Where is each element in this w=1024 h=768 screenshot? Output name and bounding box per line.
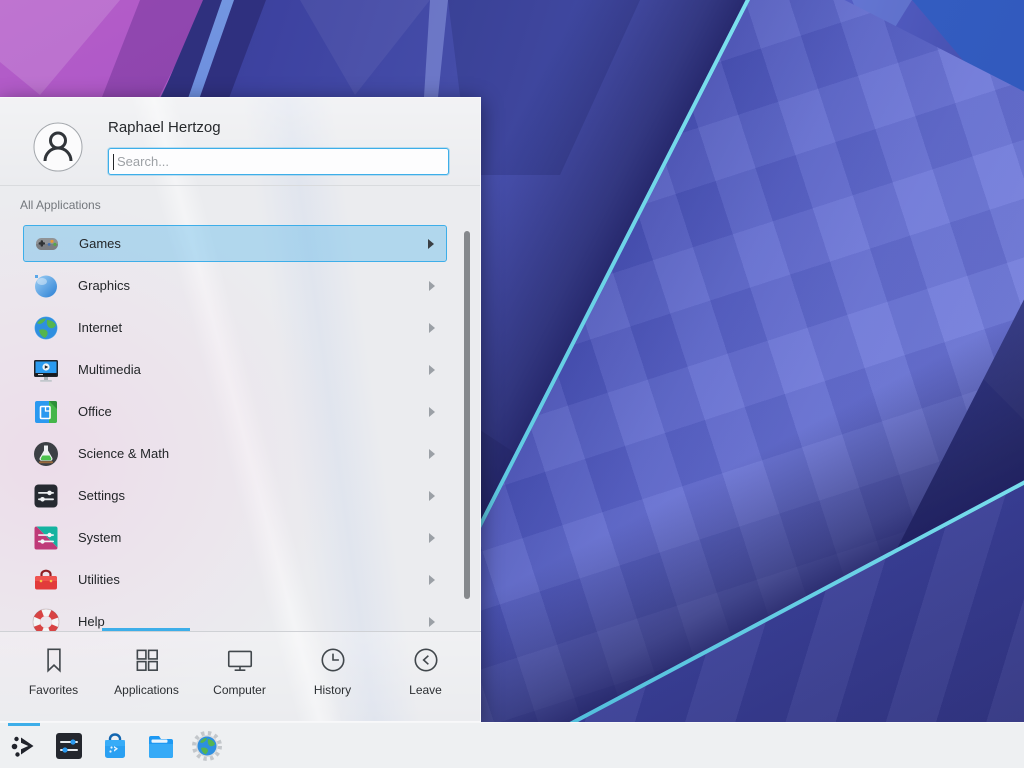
submenu-arrow-icon: [429, 281, 435, 291]
category-row-utilities[interactable]: Utilities: [23, 561, 447, 598]
submenu-arrow-icon: [429, 407, 435, 417]
globe-icon: [32, 314, 60, 342]
submenu-arrow-icon: [429, 617, 435, 627]
science-flask-icon: [32, 440, 60, 468]
file-manager-launcher[interactable]: [141, 726, 181, 766]
monitor-icon: [225, 645, 255, 675]
category-row-graphics[interactable]: Graphics: [23, 267, 447, 304]
bookmark-icon: [39, 645, 69, 675]
software-bag-icon: [99, 730, 131, 762]
lifebuoy-icon: [32, 608, 60, 632]
discover-launcher[interactable]: [95, 726, 135, 766]
system-settings-launcher[interactable]: [49, 726, 89, 766]
tab-history[interactable]: History: [286, 632, 379, 723]
category-row-internet[interactable]: Internet: [23, 309, 447, 346]
app-category-list: Games Graphics: [0, 225, 481, 631]
category-row-multimedia[interactable]: Multimedia: [23, 351, 447, 388]
office-document-icon: [32, 398, 60, 426]
tab-favorites[interactable]: Favorites: [7, 632, 100, 723]
menu-scrollbar[interactable]: [464, 231, 470, 599]
desktop-screen: Raphael Hertzog All Applications Games: [0, 0, 1024, 768]
tab-leave[interactable]: Leave: [379, 632, 472, 723]
active-tab-indicator: [102, 628, 190, 631]
kde-logo-icon: [8, 730, 40, 762]
gamepad-icon: [33, 230, 61, 258]
search-input[interactable]: [108, 148, 449, 175]
submenu-arrow-icon: [429, 575, 435, 585]
clock-icon: [318, 645, 348, 675]
menu-footer-tabs: Favorites Applications Computer: [0, 631, 481, 723]
category-row-office[interactable]: Office: [23, 393, 447, 430]
tab-computer[interactable]: Computer: [193, 632, 286, 723]
application-launcher-button[interactable]: [4, 726, 44, 766]
submenu-arrow-icon: [429, 449, 435, 459]
tab-applications[interactable]: Applications: [100, 632, 193, 723]
category-row-settings[interactable]: Settings: [23, 477, 447, 514]
taskbar-panel: ES 7:03 PM 4/24/21: [0, 722, 1024, 768]
leave-circle-icon: [411, 645, 441, 675]
text-caret: [113, 154, 114, 170]
application-launcher-menu: Raphael Hertzog All Applications Games: [0, 97, 481, 722]
globe-gear-icon: [191, 730, 223, 762]
submenu-arrow-icon: [429, 491, 435, 501]
settings-sliders-icon: [32, 482, 60, 510]
app-grid-icon: [132, 645, 162, 675]
category-row-science-math[interactable]: Science & Math: [23, 435, 447, 472]
submenu-arrow-icon: [429, 533, 435, 543]
category-row-help[interactable]: Help: [23, 603, 447, 631]
category-row-system[interactable]: System: [23, 519, 447, 556]
system-sliders-icon: [32, 524, 60, 552]
section-label: All Applications: [20, 198, 101, 212]
category-row-games[interactable]: Games: [23, 225, 447, 262]
multimedia-monitor-icon: [32, 356, 60, 384]
folder-icon: [145, 730, 177, 762]
graphics-sphere-icon: [32, 272, 60, 300]
toolbox-icon: [32, 566, 60, 594]
menu-header: Raphael Hertzog: [0, 98, 480, 186]
submenu-arrow-icon: [428, 239, 434, 249]
user-name: Raphael Hertzog: [108, 119, 221, 136]
settings-sliders-icon: [53, 730, 85, 762]
submenu-arrow-icon: [429, 323, 435, 333]
web-browser-launcher[interactable]: [187, 726, 227, 766]
submenu-arrow-icon: [429, 365, 435, 375]
user-avatar[interactable]: [33, 122, 83, 172]
